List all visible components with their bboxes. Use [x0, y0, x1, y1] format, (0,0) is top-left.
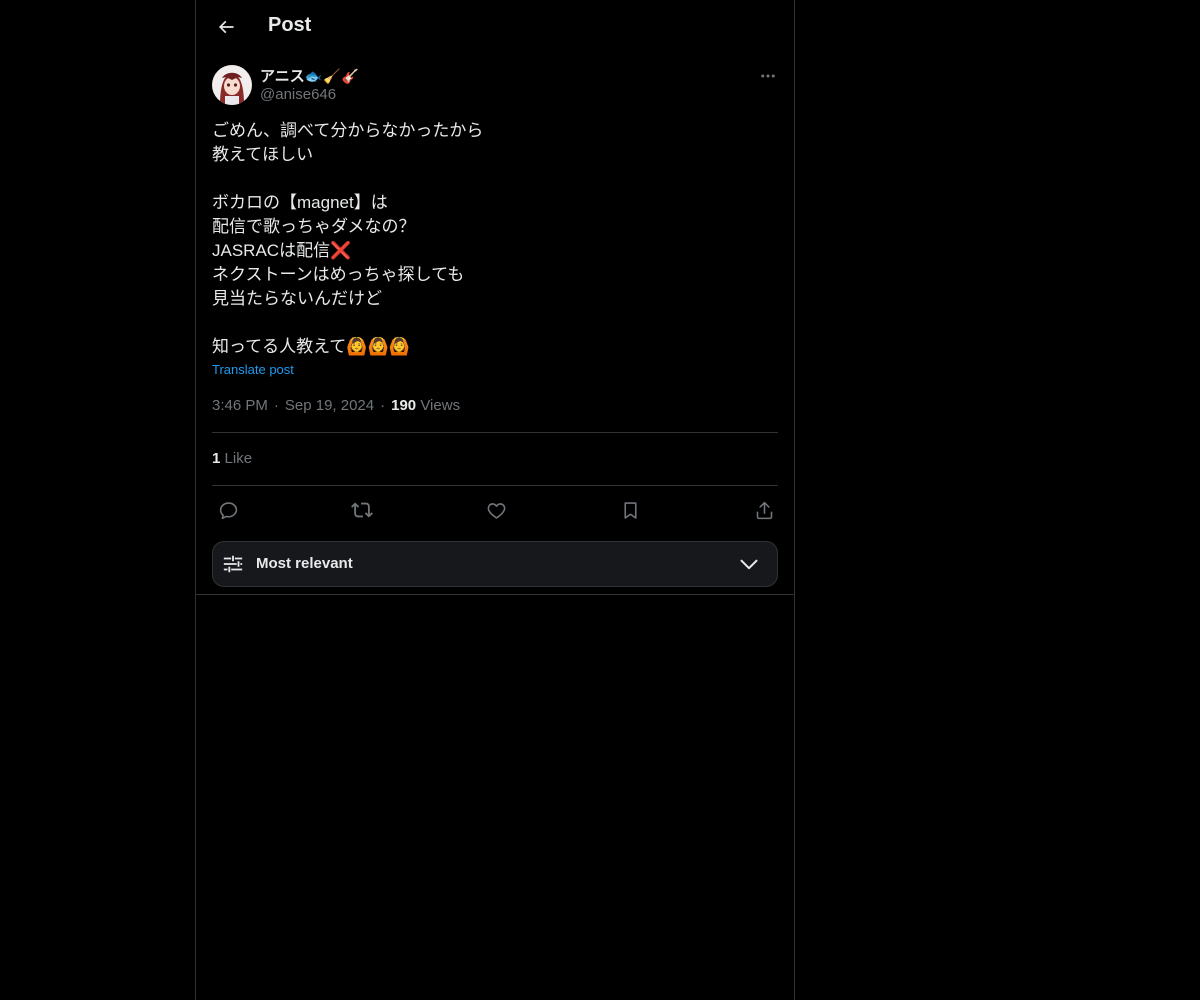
share-icon: [756, 501, 772, 519]
author-handle[interactable]: @anise646: [260, 86, 336, 103]
author-name-emoji: 🐟🧹🎸: [304, 68, 360, 84]
views-count: 190: [391, 397, 417, 414]
post-text: ごめん、調べて分からなかったから 教えてほしい ボカロの【magnet】は 配信…: [212, 119, 778, 359]
post-text-line: [212, 311, 778, 335]
post-time[interactable]: 3:46 PM: [212, 397, 268, 414]
author-name[interactable]: アニス🐟🧹🎸: [260, 65, 360, 86]
share-button[interactable]: [747, 496, 781, 524]
bookmark-button[interactable]: [613, 496, 647, 524]
likes-count-link[interactable]: 1 Like: [212, 450, 252, 467]
post-text-line: ボカロの【magnet】は: [212, 193, 388, 212]
post-header: Post: [196, 0, 794, 54]
likes-count: 1: [212, 450, 221, 467]
reply-button[interactable]: [211, 496, 245, 524]
repost-icon: [351, 502, 373, 518]
post-date[interactable]: Sep 19, 2024: [285, 397, 374, 414]
post-text-line: 教えてほしい: [212, 145, 314, 164]
post-text-line: ネクストーンはめっちゃ探しても: [212, 265, 465, 284]
bookmark-icon: [623, 501, 637, 519]
arrow-left-icon: [218, 20, 234, 34]
repost-button[interactable]: [345, 496, 379, 524]
views-label: Views: [420, 397, 461, 414]
sort-replies-dropdown[interactable]: Most relevant: [212, 541, 778, 587]
separator-dot: ·: [273, 397, 279, 414]
post-text-line: 見当たらないんだけど: [212, 289, 382, 308]
sort-label: Most relevant: [256, 555, 353, 572]
more-options-button[interactable]: [752, 62, 784, 90]
reply-icon: [219, 501, 237, 519]
like-button[interactable]: [479, 496, 513, 524]
author-name-text: アニス: [260, 68, 305, 85]
divider: [196, 594, 794, 595]
post-text-line: JASRACは配信❌: [212, 241, 352, 260]
sliders-icon: [223, 555, 243, 573]
post-text-line: [212, 167, 778, 191]
avatar[interactable]: [212, 65, 252, 105]
separator-dot: ·: [380, 397, 386, 414]
post-meta: 3:46 PM · Sep 19, 2024 · 190 Views: [212, 397, 460, 414]
views-count-link[interactable]: 190 Views: [391, 397, 460, 414]
chevron-down-icon: [740, 559, 758, 570]
more-horizontal-icon: [761, 74, 775, 78]
post-text-line: 配信で歌っちゃダメなの？: [212, 217, 416, 236]
post-text-line: 知ってる人教えて🙆🙆🙆: [212, 337, 410, 356]
page-title: Post: [268, 14, 312, 36]
back-button[interactable]: [208, 9, 244, 45]
post-text-line: ごめん、調べて分からなかったから: [212, 121, 484, 140]
main-column: Post アニス🐟🧹🎸 @anise646 ごめん、調べて分からなかったから 教…: [195, 0, 795, 1000]
translate-post-link[interactable]: Translate post: [212, 362, 294, 377]
likes-label: Like: [224, 450, 253, 467]
heart-icon: [487, 502, 505, 519]
divider: [212, 485, 778, 486]
avatar-image: [212, 65, 252, 105]
divider: [212, 432, 778, 433]
